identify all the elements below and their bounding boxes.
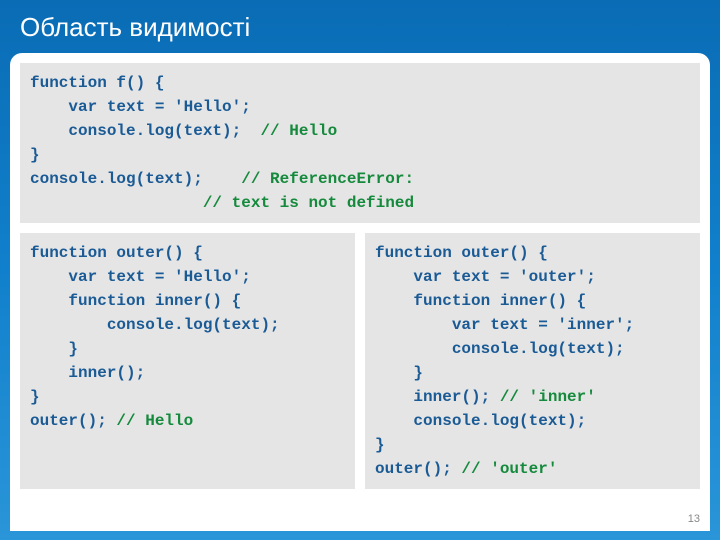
code-line: console.log(text); — [375, 340, 625, 358]
code-pad — [30, 194, 203, 212]
code-comment: // text is not defined — [203, 194, 414, 212]
code-comment: // 'inner' — [500, 388, 596, 406]
code-comment: // 'outer' — [461, 460, 557, 478]
code-line: outer(); — [30, 412, 116, 430]
code-line: function outer() { — [30, 244, 203, 262]
code-comment: // Hello — [260, 122, 337, 140]
code-comment: // ReferenceError: — [241, 170, 414, 188]
code-block-left: function outer() { var text = 'Hello'; f… — [20, 233, 355, 489]
code-block-top: function f() { var text = 'Hello'; conso… — [20, 63, 700, 223]
code-line: } — [30, 146, 40, 164]
code-line: console.log(text); — [30, 122, 260, 140]
code-line: function inner() { — [375, 292, 586, 310]
code-line: var text = 'inner'; — [375, 316, 634, 334]
code-block-right: function outer() { var text = 'outer'; f… — [365, 233, 700, 489]
code-line: } — [375, 436, 385, 454]
code-line: var text = 'outer'; — [375, 268, 596, 286]
code-line: function f() { — [30, 74, 164, 92]
code-line: } — [30, 340, 78, 358]
code-line: inner(); — [30, 364, 145, 382]
code-line: outer(); — [375, 460, 461, 478]
code-line: function outer() { — [375, 244, 548, 262]
code-line: } — [375, 364, 423, 382]
bottom-row: function outer() { var text = 'Hello'; f… — [20, 233, 700, 489]
code-comment: // Hello — [116, 412, 193, 430]
code-line: inner(); — [375, 388, 500, 406]
code-line: function inner() { — [30, 292, 241, 310]
slide-content: function f() { var text = 'Hello'; conso… — [10, 53, 710, 531]
page-number: 13 — [688, 513, 700, 525]
code-line: var text = 'Hello'; — [30, 98, 251, 116]
code-line: console.log(text); — [375, 412, 586, 430]
slide-title: Область видимості — [0, 0, 720, 53]
code-line: } — [30, 388, 40, 406]
code-line: console.log(text); — [30, 316, 280, 334]
code-line: var text = 'Hello'; — [30, 268, 251, 286]
code-line: console.log(text); — [30, 170, 241, 188]
